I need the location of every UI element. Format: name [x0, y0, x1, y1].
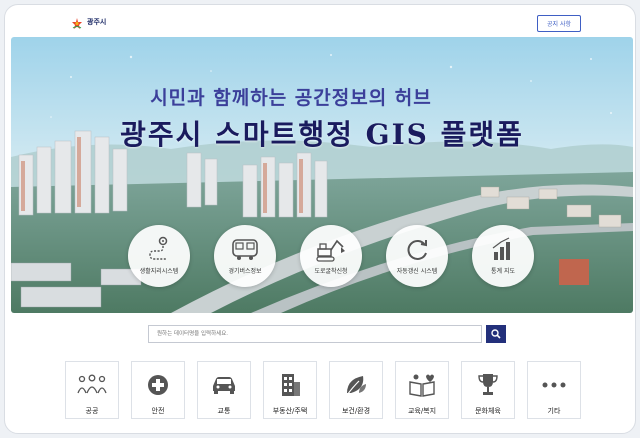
site-logo[interactable]: 광주시: [71, 15, 107, 29]
car-icon: [213, 377, 235, 394]
service-label: 자동갱신 시스템: [396, 268, 438, 275]
category-public[interactable]: 공공: [65, 361, 119, 419]
search-input[interactable]: [148, 325, 482, 343]
category-traffic[interactable]: 교통: [197, 361, 251, 419]
excavator-icon: [316, 239, 345, 262]
logo-text: 광주시: [87, 17, 107, 26]
category-etc[interactable]: 기타: [527, 361, 581, 419]
building-icon: [282, 374, 300, 396]
category-label: 안전: [151, 407, 165, 415]
service-road-excavation[interactable]: 도로굴착신청: [299, 225, 363, 287]
category-label: 교통: [217, 407, 231, 415]
notice-button[interactable]: 공지 사항: [537, 15, 581, 32]
service-life-geo[interactable]: 생활지리시스템: [127, 225, 191, 287]
refresh-icon: [407, 240, 427, 260]
service-circle: 도로굴착신청: [300, 225, 362, 287]
category-safety[interactable]: 안전: [131, 361, 185, 419]
hero-title: 광주시 스마트행정 GIS 플랫폼: [120, 118, 524, 151]
service-circle: 생활지리시스템: [128, 225, 190, 287]
leaf-icon: [346, 376, 366, 396]
service-circle: 통계 지도: [472, 225, 534, 287]
service-bus-info[interactable]: 경기버스정보: [213, 225, 277, 287]
hero-subtitle: 시민과 함께하는 공간정보의 허브: [150, 87, 432, 109]
search-button[interactable]: [486, 325, 506, 343]
hero-banner: 시민과 함께하는 공간정보의 허브 광주시 스마트행정 GIS 플랫폼 생활지리…: [11, 37, 633, 313]
service-label: 경기버스정보: [228, 268, 262, 275]
page-frame: 광주시 공지 사항 시민과 함께하는 공간정보의 허브 광주시 스마트행정 GI…: [4, 4, 636, 434]
category-label: 교육/복지: [407, 407, 437, 415]
category-label: 공공: [85, 407, 99, 415]
top-header: 광주시 공지 사항: [5, 5, 635, 39]
category-health-env[interactable]: 보건/환경: [329, 361, 383, 419]
service-circle: 경기버스정보: [214, 225, 276, 287]
plus-circle-icon: [148, 375, 168, 395]
category-label: 부동산/주택: [272, 407, 308, 415]
book-heart-icon: [409, 374, 435, 397]
service-label: 도로굴착신청: [314, 268, 348, 275]
search-icon: [491, 329, 501, 339]
service-label: 통계 지도: [491, 268, 515, 275]
bar-chart-icon: [492, 237, 510, 260]
category-education-welfare[interactable]: 교육/복지: [395, 361, 449, 419]
service-stat-map[interactable]: 통계 지도: [471, 225, 535, 287]
city-emblem-icon: [71, 15, 83, 29]
category-culture-sports[interactable]: 문화체육: [461, 361, 515, 419]
category-label: 문화체육: [475, 407, 501, 415]
category-label: 보건/환경: [341, 407, 371, 415]
route-map-icon: [149, 236, 168, 260]
people-group-icon: [77, 374, 107, 394]
category-real-estate[interactable]: 부동산/주택: [263, 361, 317, 419]
more-dots-icon: [542, 382, 566, 388]
category-label: 기타: [547, 407, 561, 415]
service-label: 생활지리시스템: [139, 268, 179, 275]
service-circle: 자동갱신 시스템: [386, 225, 448, 287]
service-auto-update[interactable]: 자동갱신 시스템: [385, 225, 449, 287]
bus-icon: [232, 239, 258, 260]
trophy-icon: [478, 374, 498, 395]
